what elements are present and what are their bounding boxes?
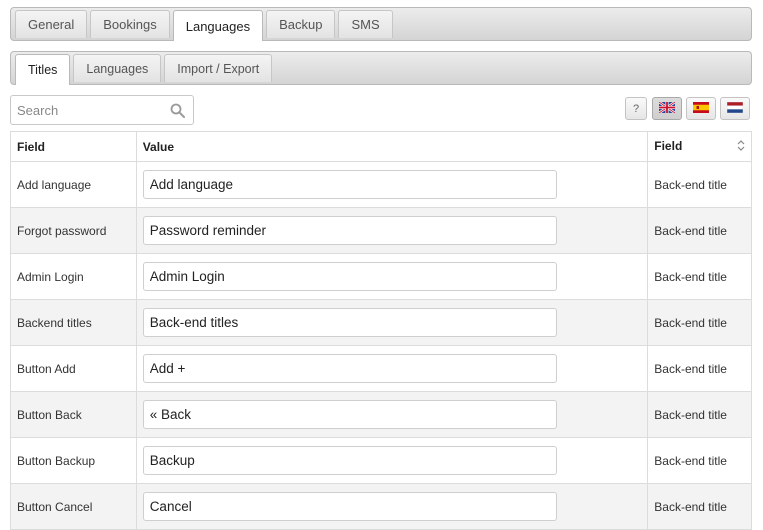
main-tab-bar: General Bookings Languages Backup SMS bbox=[10, 7, 752, 41]
table-row: Button Back Back-end title bbox=[10, 391, 752, 438]
row-value-input[interactable] bbox=[142, 262, 557, 291]
row-field-label: Forgot password bbox=[10, 207, 137, 254]
tab-bookings[interactable]: Bookings bbox=[90, 10, 170, 38]
row-field-type: Back-end title bbox=[647, 299, 752, 346]
row-value-input[interactable] bbox=[142, 492, 557, 521]
subtab-import-export[interactable]: Import / Export bbox=[164, 54, 273, 82]
row-value-input[interactable] bbox=[142, 446, 557, 475]
column-header-value: Value bbox=[135, 131, 649, 162]
row-field-type: Back-end title bbox=[647, 391, 752, 438]
table-row: Button Backup Back-end title bbox=[10, 437, 752, 484]
tab-languages[interactable]: Languages bbox=[172, 10, 264, 41]
row-field-label: Backend titles bbox=[10, 299, 137, 346]
column-header-field-type-label: Field bbox=[654, 139, 683, 153]
tab-general[interactable]: General bbox=[15, 10, 88, 38]
row-field-label: Button Backup bbox=[10, 437, 137, 484]
titles-table: Field Value Field Add language Back-end … bbox=[10, 131, 752, 530]
column-header-field: Field bbox=[10, 131, 137, 162]
row-value-cell bbox=[135, 391, 649, 438]
row-value-cell bbox=[135, 253, 649, 300]
row-value-cell bbox=[135, 299, 649, 346]
table-row: Add language Back-end title bbox=[10, 161, 752, 208]
row-field-type: Back-end title bbox=[647, 437, 752, 484]
search-box bbox=[10, 95, 194, 125]
row-field-type: Back-end title bbox=[647, 253, 752, 300]
row-value-input[interactable] bbox=[142, 354, 557, 383]
spanish-language-button[interactable] bbox=[686, 97, 716, 120]
row-field-type: Back-end title bbox=[647, 207, 752, 254]
row-field-label: Add language bbox=[10, 161, 137, 208]
sub-tab-bar: Titles Languages Import / Export bbox=[10, 51, 752, 85]
row-value-cell bbox=[135, 207, 649, 254]
table-row: Forgot password Back-end title bbox=[10, 207, 752, 254]
column-header-field-type[interactable]: Field bbox=[647, 131, 752, 162]
dutch-flag-icon bbox=[726, 101, 744, 116]
english-flag-icon bbox=[658, 100, 676, 116]
row-field-label: Button Add bbox=[10, 345, 137, 392]
row-value-cell bbox=[135, 345, 649, 392]
row-field-type: Back-end title bbox=[647, 161, 752, 208]
row-value-input[interactable] bbox=[142, 216, 557, 245]
tab-sms[interactable]: SMS bbox=[338, 10, 393, 38]
row-field-type: Back-end title bbox=[647, 483, 752, 530]
search-icon[interactable] bbox=[170, 103, 185, 121]
table-row: Button Add Back-end title bbox=[10, 345, 752, 392]
row-value-cell bbox=[135, 483, 649, 530]
search-input[interactable] bbox=[11, 96, 161, 124]
row-value-input[interactable] bbox=[142, 170, 557, 199]
row-value-input[interactable] bbox=[142, 308, 557, 337]
sort-icon[interactable] bbox=[737, 140, 745, 154]
tab-backup[interactable]: Backup bbox=[266, 10, 336, 38]
help-button[interactable]: ? bbox=[625, 97, 647, 120]
dutch-language-button[interactable] bbox=[720, 97, 750, 120]
row-value-input[interactable] bbox=[142, 400, 557, 429]
subtab-languages[interactable]: Languages bbox=[73, 54, 162, 82]
spanish-flag-icon bbox=[693, 101, 709, 116]
row-field-type: Back-end title bbox=[647, 345, 752, 392]
english-language-button[interactable] bbox=[652, 97, 682, 120]
row-value-cell bbox=[135, 437, 649, 484]
row-field-label: Button Back bbox=[10, 391, 137, 438]
table-header-row: Field Value Field bbox=[10, 131, 752, 162]
row-field-label: Admin Login bbox=[10, 253, 137, 300]
table-row: Button Cancel Back-end title bbox=[10, 483, 752, 530]
row-value-cell bbox=[135, 161, 649, 208]
table-row: Admin Login Back-end title bbox=[10, 253, 752, 300]
row-field-label: Button Cancel bbox=[10, 483, 137, 530]
subtab-titles[interactable]: Titles bbox=[15, 54, 71, 85]
table-row: Backend titles Back-end title bbox=[10, 299, 752, 346]
